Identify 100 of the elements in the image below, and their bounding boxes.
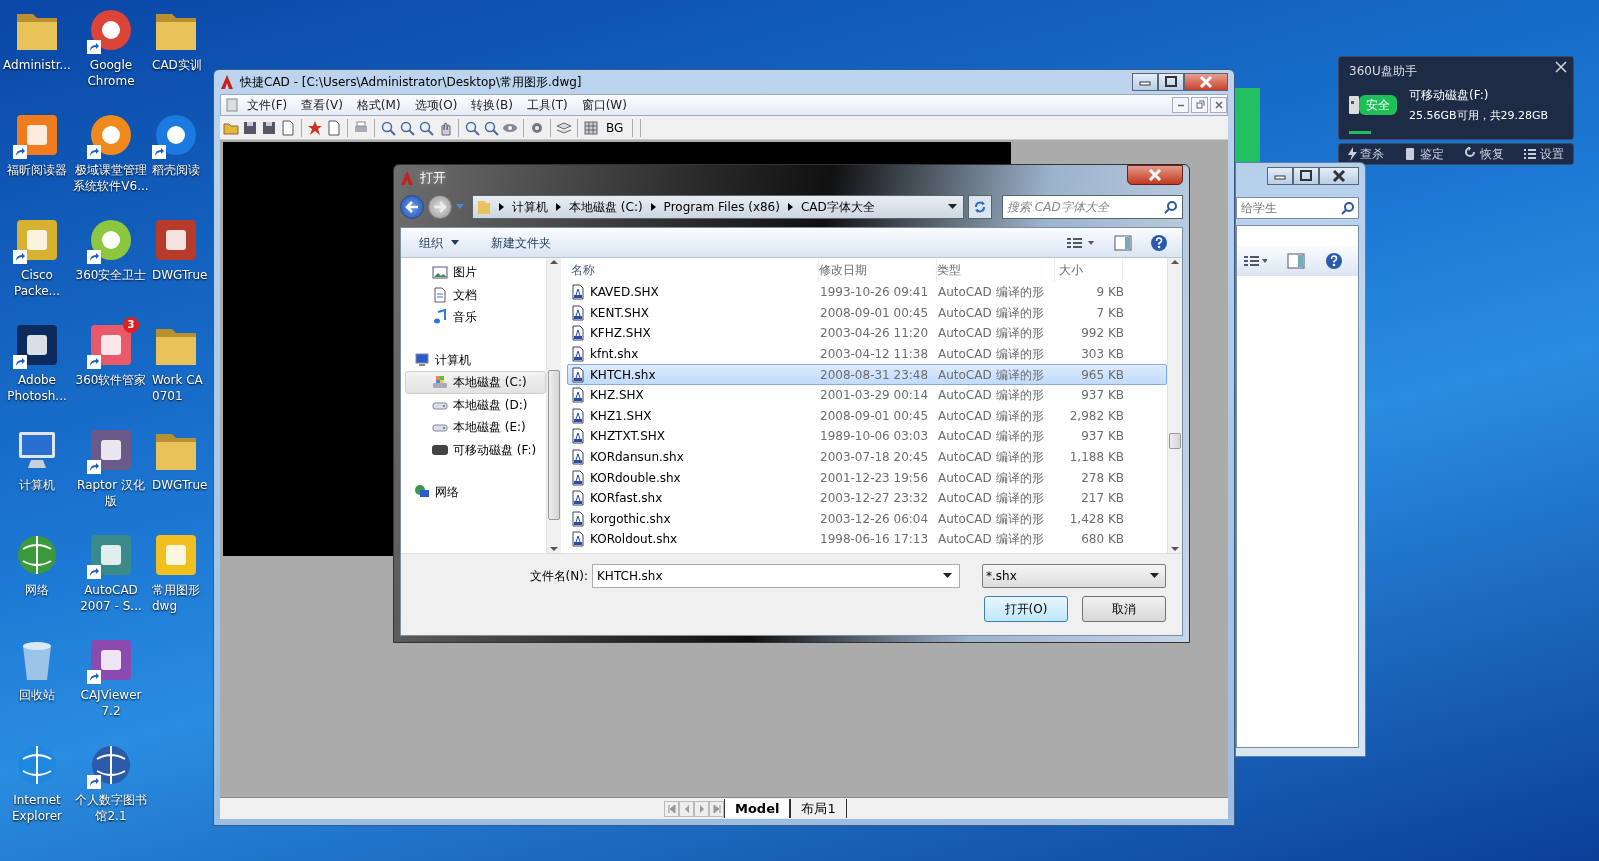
menu-item[interactable]: 格式(M) bbox=[350, 95, 407, 115]
toolbar-button[interactable]: 新建文件夹 bbox=[487, 231, 555, 254]
breadcrumb-item[interactable]: Program Files (x86) bbox=[663, 198, 780, 216]
nav-item[interactable]: 文档 bbox=[405, 283, 546, 306]
file-name: KAVED.SHX bbox=[590, 284, 659, 302]
desktop-icon-label[interactable]: DWGTrue bbox=[152, 267, 208, 283]
column-header[interactable]: 类型 bbox=[937, 258, 1055, 282]
desktop-icon-label[interactable]: Cisco Packe... bbox=[14, 267, 60, 299]
nav-item[interactable]: 网络 bbox=[405, 481, 546, 504]
desktop-icon-label[interactable]: CAJViewer 7.2 bbox=[80, 687, 142, 719]
nav-item[interactable]: 本地磁盘 (C:) bbox=[405, 371, 546, 394]
file-row[interactable]: KORdansun.shx 2003-07-18 20:45 AutoCAD 编译的形 1,188 KB bbox=[567, 446, 1167, 468]
column-header[interactable]: 修改日期 bbox=[819, 258, 937, 282]
file-type-dropdown[interactable]: *.shx bbox=[982, 564, 1166, 588]
file-date: 1993-10-26 09:41 bbox=[820, 284, 930, 302]
drive-name: 可移动磁盘(F:) bbox=[1409, 87, 1490, 104]
desktop-icon-label[interactable]: Administr... bbox=[3, 57, 71, 73]
filename-field[interactable]: KHTCH.shx bbox=[592, 564, 960, 588]
layout-tab[interactable]: 布局1 bbox=[790, 798, 847, 819]
file-row[interactable]: KHTCH.shx 2008-08-31 23:48 AutoCAD 编译的形 965 KB bbox=[567, 364, 1167, 385]
file-size: 1,428 KB bbox=[1068, 510, 1124, 528]
action-button[interactable]: 查杀 bbox=[1346, 145, 1387, 163]
desktop-icon-label[interactable]: 回收站 bbox=[19, 687, 55, 703]
address-bar[interactable]: 计算机 本地磁盘 (C:) Program Files (x86) CAD字体大全 bbox=[472, 195, 964, 219]
file-size: 937 KB bbox=[1080, 428, 1124, 446]
desktop-icon-label[interactable]: Work CA 0701 bbox=[152, 372, 203, 404]
file-date: 1989-10-06 03:03 bbox=[820, 428, 930, 446]
menu-item[interactable]: 选项(O) bbox=[408, 95, 464, 115]
nav-item[interactable]: 图片 bbox=[405, 261, 546, 284]
file-type: AutoCAD 编译的形 bbox=[938, 449, 1045, 467]
desktop-icon-label[interactable]: AutoCAD 2007 - S... bbox=[80, 582, 142, 614]
desktop-icon-label[interactable]: Internet Explorer bbox=[12, 792, 62, 824]
toolbar-button[interactable]: BG bbox=[602, 118, 628, 137]
desktop-icon-label[interactable]: 计算机 bbox=[19, 477, 55, 493]
nav-item[interactable]: 可移动磁盘 (F:) bbox=[405, 438, 546, 461]
file-date: 1998-06-16 17:13 bbox=[820, 531, 930, 549]
action-button[interactable]: 设置 bbox=[1520, 145, 1566, 163]
desktop-icon-label[interactable]: 360安全卫士 bbox=[75, 267, 147, 283]
desktop-icon-label[interactable]: 360软件管家 bbox=[75, 372, 147, 388]
search-field[interactable]: 给学生 bbox=[1236, 197, 1359, 219]
drive-capacity: 25.56GB可用，共29.28GB bbox=[1409, 108, 1549, 124]
column-header[interactable]: 名称 bbox=[567, 258, 819, 282]
file-row[interactable]: KHZ1.SHX 2008-09-01 00:45 AutoCAD 编译的形 2,982 KB bbox=[567, 405, 1167, 427]
file-row[interactable]: KFHZ.SHX 2003-04-26 11:20 AutoCAD 编译的形 992 KB bbox=[567, 323, 1167, 344]
file-row[interactable]: korgothic.shx 2003-12-26 06:04 AutoCAD 编译的形 1,428 KB bbox=[567, 508, 1167, 530]
menu-item[interactable]: 工具(T) bbox=[521, 95, 574, 115]
desktop-icon-label[interactable]: Raptor 汉化 版 bbox=[77, 477, 145, 509]
desktop-icon-label[interactable]: 个人数字图书 馆2.1 bbox=[75, 792, 147, 824]
cancel-button[interactable]: 取消 bbox=[1082, 596, 1166, 622]
desktop-icon-label[interactable]: CAD实训 bbox=[152, 57, 202, 73]
menu-item[interactable]: 窗口(W) bbox=[575, 95, 633, 115]
file-row[interactable]: KORoldout.shx 1998-06-16 17:13 AutoCAD 编译的形 680 KB bbox=[567, 529, 1167, 550]
desktop-icon-label[interactable]: DWGTrue bbox=[152, 477, 208, 493]
menu-item[interactable]: 查看(V) bbox=[295, 95, 349, 115]
nav-item[interactable]: 音乐 bbox=[405, 306, 546, 329]
file-name: KORoldout.shx bbox=[590, 531, 678, 549]
file-date: 2008-09-01 00:45 bbox=[820, 407, 930, 425]
file-row[interactable]: KORfast.shx 2003-12-27 23:32 AutoCAD 编译的形 217 KB bbox=[567, 487, 1167, 509]
file-row[interactable]: KAVED.SHX 1993-10-26 09:41 AutoCAD 编译的形 9 KB bbox=[567, 282, 1167, 303]
menu-item[interactable]: 转换(B) bbox=[465, 95, 519, 115]
file-date: 2003-04-12 11:38 bbox=[820, 346, 930, 364]
column-header[interactable]: 大小 bbox=[1055, 258, 1123, 282]
file-type: AutoCAD 编译的形 bbox=[938, 284, 1045, 302]
desktop-icon-label[interactable]: Adobe Photosh... bbox=[7, 372, 67, 404]
nav-item[interactable]: 本地磁盘 (D:) bbox=[405, 393, 546, 416]
action-button[interactable]: 鉴定 bbox=[1401, 145, 1447, 163]
file-row[interactable]: kfnt.shx 2003-04-12 11:38 AutoCAD 编译的形 303 KB bbox=[567, 343, 1167, 365]
file-name: KHTCH.shx bbox=[590, 366, 656, 384]
desktop-icon-label[interactable]: 常用图形 dwg bbox=[152, 582, 200, 614]
breadcrumb-item[interactable]: 本地磁盘 (C:) bbox=[569, 198, 643, 216]
file-name: KHZ.SHX bbox=[590, 387, 644, 405]
nav-item[interactable]: 本地磁盘 (E:) bbox=[405, 416, 546, 439]
desktop-icon-label[interactable]: 稻壳阅读 bbox=[152, 162, 200, 178]
file-row[interactable]: KHZ.SHX 2001-03-29 00:14 AutoCAD 编译的形 937 KB bbox=[567, 384, 1167, 406]
file-row[interactable]: KENT.SHX 2008-09-01 00:45 AutoCAD 编译的形 7 KB bbox=[567, 302, 1167, 324]
file-type: AutoCAD 编译的形 bbox=[938, 490, 1045, 508]
file-row[interactable]: KHZTXT.SHX 1989-10-06 03:03 AutoCAD 编译的形 937 KB bbox=[567, 426, 1167, 447]
layout-tab[interactable]: Model bbox=[724, 798, 791, 819]
file-name: KORdouble.shx bbox=[590, 469, 681, 487]
file-type: AutoCAD 编译的形 bbox=[938, 346, 1045, 364]
file-size: 7 KB bbox=[1095, 304, 1124, 322]
file-size: 217 KB bbox=[1080, 490, 1124, 508]
menu-item[interactable]: 文件(F) bbox=[241, 95, 294, 115]
nav-item[interactable]: 计算机 bbox=[405, 348, 546, 371]
file-type: AutoCAD 编译的形 bbox=[938, 366, 1045, 384]
action-button[interactable]: 恢复 bbox=[1460, 145, 1506, 163]
breadcrumb-item[interactable]: CAD字体大全 bbox=[800, 198, 875, 216]
file-type: AutoCAD 编译的形 bbox=[938, 510, 1045, 528]
file-row[interactable]: KORdouble.shx 2001-12-23 19:56 AutoCAD 编译的形 278 KB bbox=[567, 467, 1167, 488]
search-field[interactable]: 搜索 CAD字体大全 bbox=[1002, 195, 1183, 219]
file-name: KORdansun.shx bbox=[590, 449, 684, 467]
toolbar-button[interactable]: 组织 bbox=[415, 231, 463, 254]
file-type: AutoCAD 编译的形 bbox=[938, 304, 1045, 322]
desktop-icon-label[interactable]: 极域课堂管理 系统软件V6... bbox=[73, 162, 149, 194]
breadcrumb-item[interactable]: 计算机 bbox=[512, 198, 548, 216]
desktop-icon-label[interactable]: 福昕阅读器 bbox=[7, 162, 67, 178]
file-size: 2,982 KB bbox=[1068, 407, 1124, 425]
desktop-icon-label[interactable]: 网络 bbox=[25, 582, 49, 598]
desktop-icon-label[interactable]: Google Chrome bbox=[87, 57, 135, 89]
open-button[interactable]: 打开(O) bbox=[984, 596, 1068, 622]
